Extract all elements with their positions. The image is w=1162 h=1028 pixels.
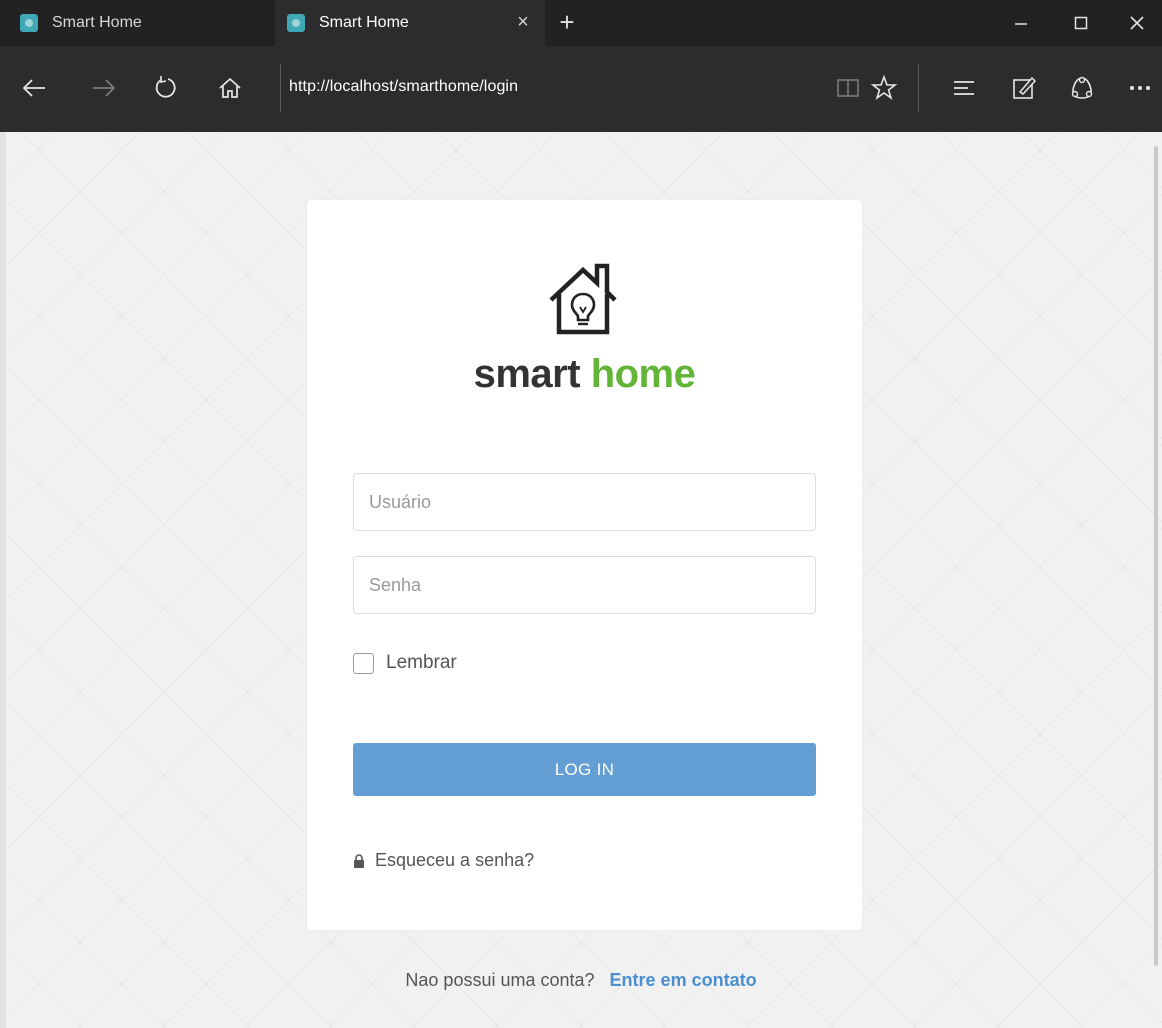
maximize-button[interactable] — [1056, 0, 1106, 46]
refresh-icon[interactable] — [148, 70, 184, 106]
web-note-icon[interactable] — [1006, 70, 1042, 106]
favicon-icon — [287, 14, 305, 32]
close-window-button[interactable] — [1112, 0, 1162, 46]
no-account-text: Nao possui uma conta? — [405, 970, 595, 990]
page-left-edge — [0, 132, 6, 1028]
page-viewport: smart home Lembrar LOG IN Esqueceu a sen… — [0, 132, 1162, 1028]
reading-view-icon[interactable] — [830, 70, 866, 106]
new-tab-button[interactable]: + — [553, 8, 581, 36]
maximize-icon — [1074, 16, 1088, 30]
close-icon — [1130, 16, 1144, 30]
login-card: smart home Lembrar LOG IN Esqueceu a sen… — [307, 200, 862, 930]
favicon-icon — [20, 14, 38, 32]
vertical-scrollbar[interactable] — [1154, 146, 1158, 966]
minimize-button[interactable] — [996, 0, 1046, 46]
brand-word-smart: smart — [473, 352, 581, 396]
minimize-icon — [1015, 23, 1027, 25]
navigation-bar: http://localhost/smarthome/login — [0, 46, 1162, 132]
tab-title: Smart Home — [52, 14, 142, 31]
back-arrow-icon[interactable] — [16, 70, 52, 106]
brand-wordmark: smart home — [307, 352, 862, 397]
brand-word-home: home — [590, 352, 696, 396]
remember-label: Lembrar — [386, 652, 457, 673]
contact-link[interactable]: Entre em contato — [610, 970, 757, 990]
remember-me[interactable]: Lembrar — [353, 652, 457, 674]
signup-prompt: Nao possui uma conta? Entre em contato — [0, 970, 1162, 991]
favorite-star-icon[interactable] — [866, 70, 902, 106]
share-icon[interactable] — [1064, 70, 1100, 106]
toolbar-separator — [918, 64, 919, 112]
address-bar[interactable]: http://localhost/smarthome/login — [289, 78, 518, 96]
tab-bar: Smart Home Smart Home × + — [0, 0, 1162, 46]
forgot-password-label: Esqueceu a senha? — [375, 850, 535, 870]
forgot-password-link[interactable]: Esqueceu a senha? — [353, 850, 534, 871]
browser-tab-2-active[interactable]: Smart Home × — [275, 0, 545, 46]
forward-arrow-icon[interactable] — [86, 70, 122, 106]
close-tab-icon[interactable]: × — [511, 11, 535, 34]
password-input[interactable] — [353, 556, 816, 614]
hub-icon[interactable] — [946, 70, 982, 106]
login-button[interactable]: LOG IN — [353, 743, 816, 796]
lock-icon — [354, 853, 364, 868]
address-separator — [280, 64, 281, 112]
browser-tab-1[interactable]: Smart Home — [0, 0, 270, 46]
remember-checkbox[interactable] — [353, 652, 374, 674]
more-icon[interactable] — [1122, 70, 1158, 106]
username-input[interactable] — [353, 473, 816, 531]
home-icon[interactable] — [212, 70, 248, 106]
tab-title: Smart Home — [319, 14, 409, 31]
house-lightbulb-icon — [549, 263, 617, 335]
